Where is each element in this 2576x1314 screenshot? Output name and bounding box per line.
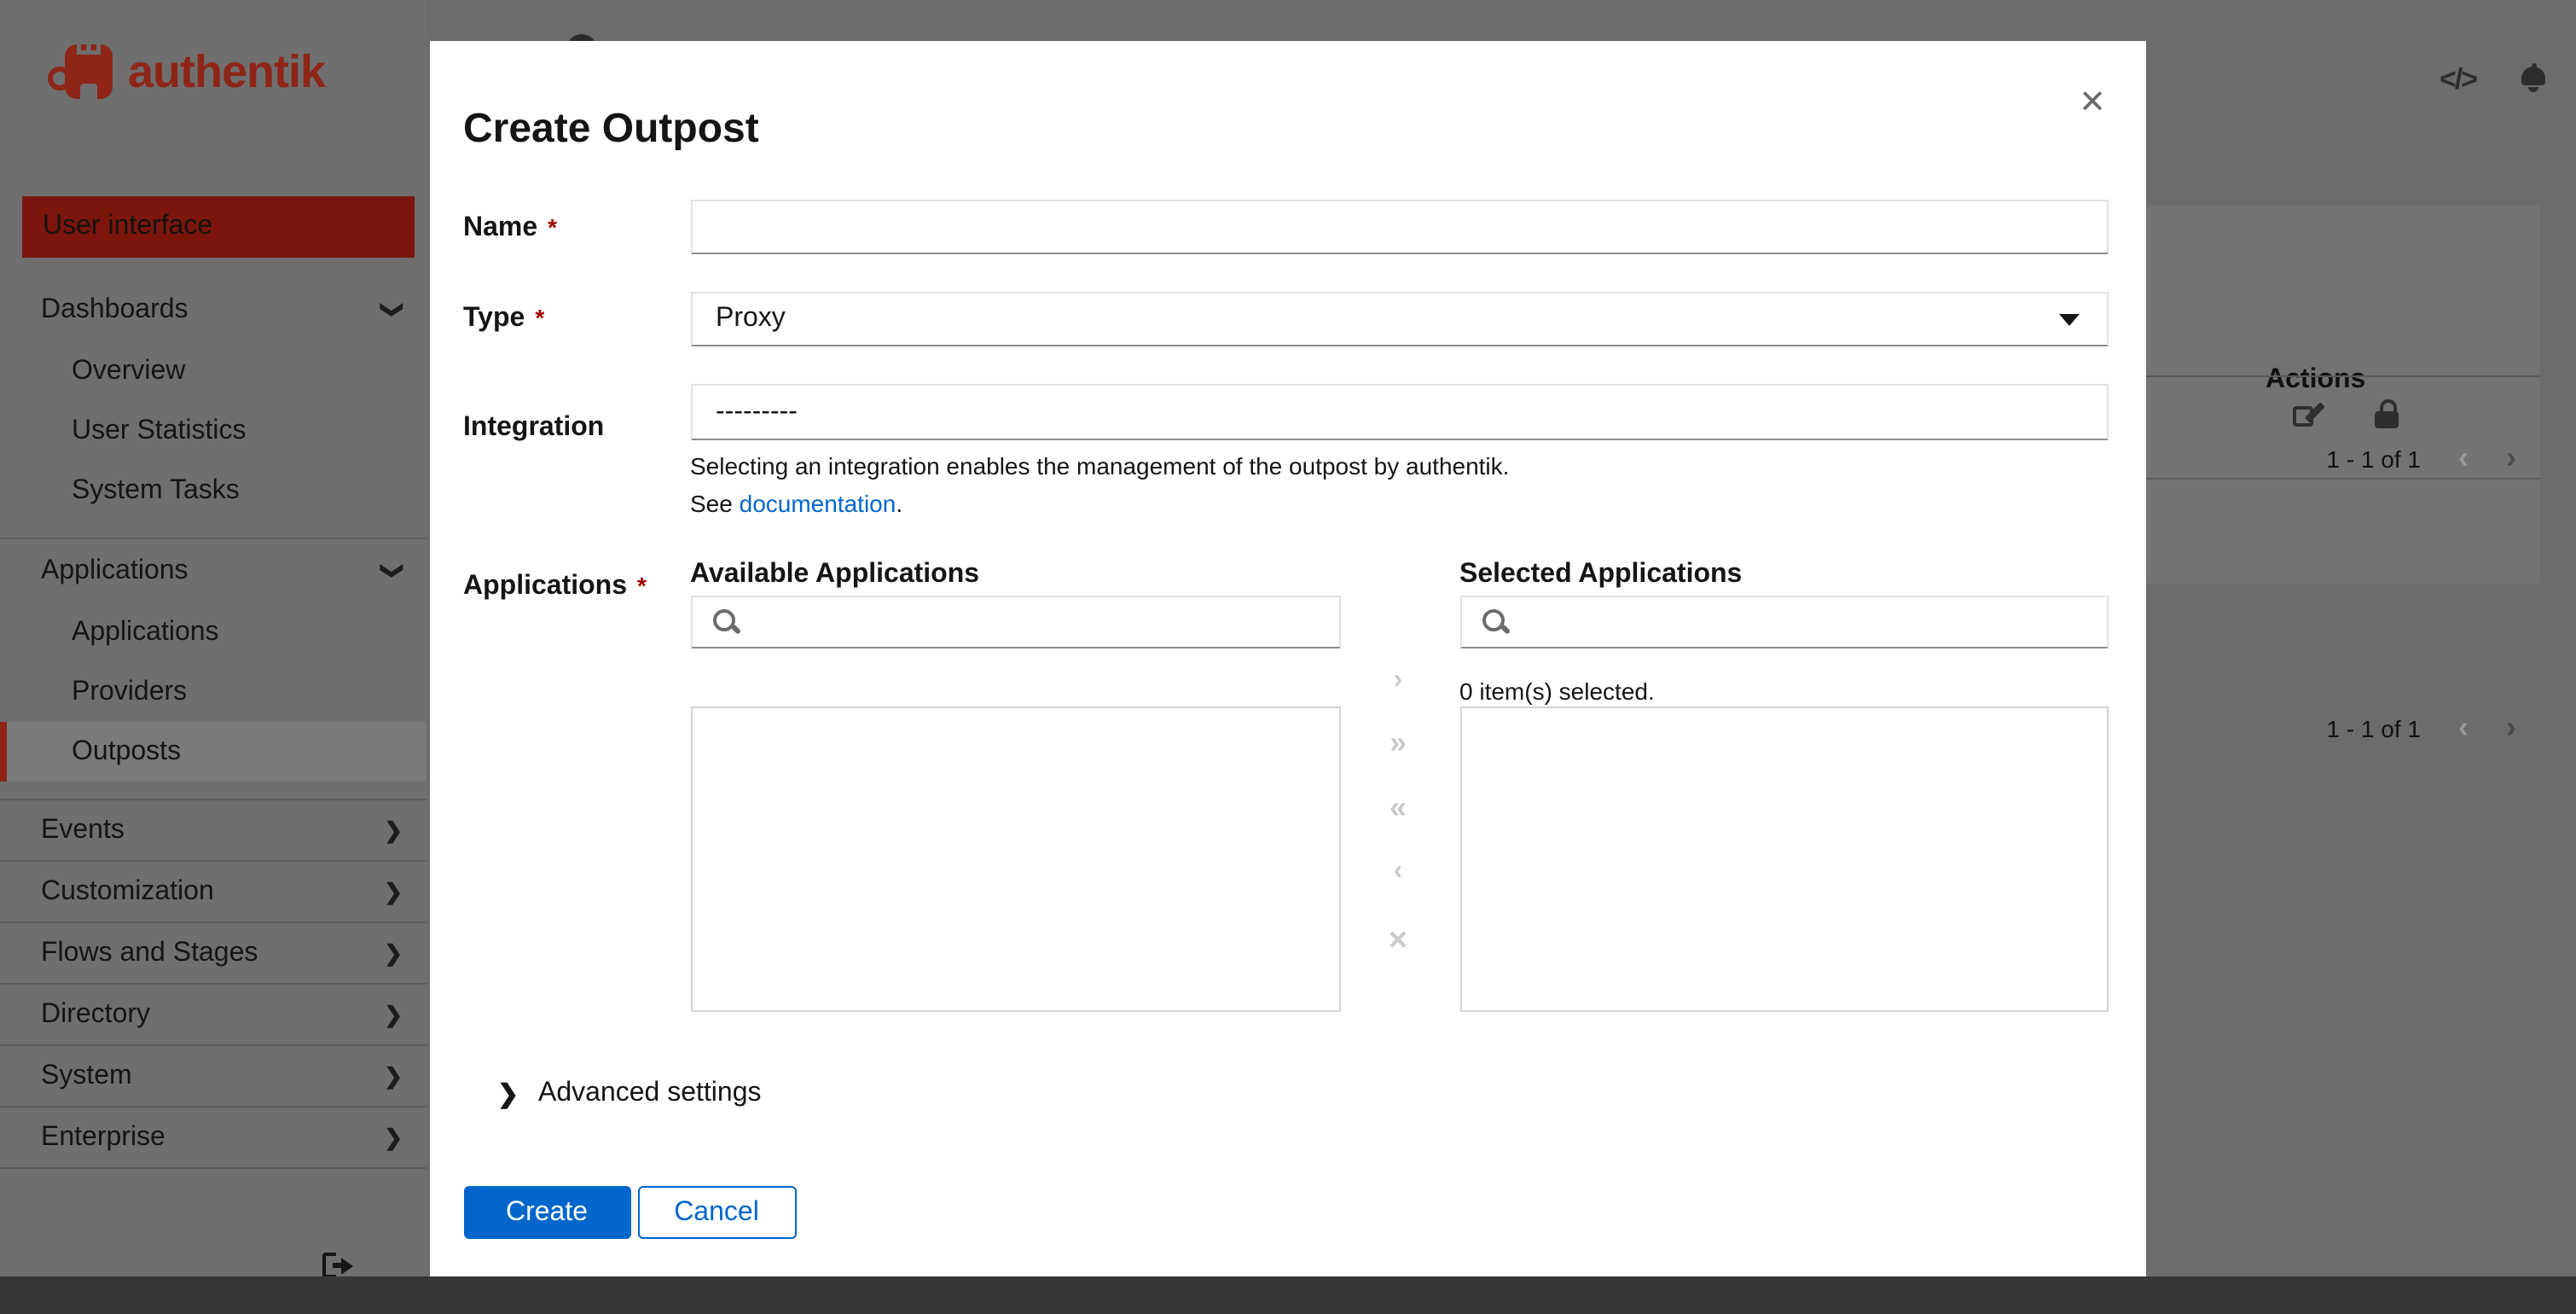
available-search [690,596,1340,648]
sidebar-item-applications-group[interactable]: Applications ❯ [0,539,426,602]
actions-column-header: Actions [2266,365,2366,394]
sidebar-nav: Dashboards ❯ Overview User Statistics Sy… [0,278,426,1169]
chevron-down-icon: ❯ [380,561,407,580]
sidebar-item-customization[interactable]: Customization ❯ [0,862,426,923]
sidebar-item-applications[interactable]: Applications [0,602,426,662]
selected-count-status: 0 item(s) selected. [1459,677,1655,705]
name-input[interactable] [690,200,2108,254]
pagination-bottom-label: 1 - 1 of 1 [2326,714,2421,741]
authentik-logo-text: authentik [128,45,326,96]
authentik-logo[interactable]: authentik [48,44,326,99]
chevron-right-icon: ❯ [384,940,403,966]
selected-applications-title: Selected Applications [1459,560,1743,589]
integration-label: Integration [463,413,605,442]
search-icon [1482,609,1507,635]
add-selected-icon[interactable]: › [1372,666,1424,696]
sidebar-item-system-tasks[interactable]: System Tasks [0,461,426,520]
sidebar: authentik User interface Dashboards ❯ Ov… [0,0,426,1278]
bell-body [2521,67,2545,85]
chevron-right-icon: ❯ [384,879,403,904]
documentation-link[interactable]: documentation [740,490,896,517]
chevron-right-icon[interactable]: ❯ [497,1079,519,1109]
cancel-button[interactable]: Cancel [637,1186,796,1239]
pagination-top: 1 - 1 of 1 ‹ › [2326,440,2516,476]
chevron-right-icon: ❯ [384,1063,403,1089]
app-root: </> 1 - 1 of 1 ‹ › Actions 1 - 1 of 1 ‹ … [0,0,2576,1314]
integration-help-line1: Selecting an integration enables the man… [690,452,1510,480]
chevron-right-icon: ❯ [384,1125,403,1150]
lock-icon-body [2375,411,2399,428]
available-applications-title: Available Applications [690,560,980,589]
sign-out-icon[interactable] [322,1253,353,1278]
authentik-logo-icon [48,44,116,99]
close-icon[interactable]: ✕ [2070,82,2115,126]
pagination-next-icon[interactable]: › [2506,440,2516,476]
integration-help-text: Selecting an integration enables the man… [690,447,1509,522]
type-label: Type * [463,304,545,333]
caret-down-icon [2058,314,2079,326]
sidebar-item-events[interactable]: Events ❯ [0,800,426,862]
user-interface-label: User interface [43,212,213,241]
advanced-settings-toggle[interactable]: Advanced settings [538,1079,762,1109]
type-select[interactable]: Proxy [690,292,2108,346]
integration-select-value: --------- [716,397,798,426]
create-button[interactable]: Create [463,1186,630,1239]
applications-label: Applications * [463,572,647,601]
lock-icon[interactable] [2375,399,2399,428]
chevron-right-icon: ❯ [384,817,403,843]
sidebar-item-flows-and-stages[interactable]: Flows and Stages ❯ [0,923,426,985]
integration-select[interactable]: --------- [690,384,2108,440]
modal-title: Create Outpost [463,106,759,152]
sidebar-item-overview[interactable]: Overview [0,341,426,401]
edit-icon[interactable] [2293,402,2324,430]
sidebar-item-outposts[interactable]: Outposts [0,722,426,782]
selected-search [1459,596,2108,648]
notification-bell-icon[interactable] [2520,63,2547,92]
pagination-prev-icon[interactable]: ‹ [2458,710,2469,746]
pagination-prev-icon[interactable]: ‹ [2458,440,2469,476]
integration-help-line2: See documentation. [690,490,903,517]
sidebar-item-user-statistics[interactable]: User Statistics [0,401,426,461]
name-label: Name * [463,213,558,242]
sidebar-item-user-interface[interactable]: User interface [22,196,415,258]
search-icon [712,609,738,635]
required-asterisk: * [535,304,545,331]
required-asterisk: * [637,572,647,599]
sidebar-item-enterprise[interactable]: Enterprise ❯ [0,1108,426,1169]
pagination-bottom: 1 - 1 of 1 ‹ › [2326,710,2516,746]
pagination-next-icon[interactable]: › [2506,710,2516,746]
type-select-value: Proxy [716,304,786,333]
create-outpost-modal: Create Outpost ✕ Name * Type * Proxy Integ… [429,41,2145,1276]
sidebar-item-providers[interactable]: Providers [0,662,426,722]
clear-selection-icon[interactable]: ✕ [1372,925,1424,956]
api-code-icon[interactable]: </> [2440,63,2478,97]
sidebar-item-system[interactable]: System ❯ [0,1046,426,1108]
chevron-right-icon: ❯ [384,1002,403,1027]
sidebar-item-directory[interactable]: Directory ❯ [0,985,426,1046]
bell-clapper [2528,86,2538,91]
chevron-down-icon: ❯ [380,300,407,319]
remove-selected-icon[interactable]: ‹ [1372,857,1424,887]
required-asterisk: * [548,213,558,241]
remove-all-icon[interactable]: « [1372,790,1424,826]
sidebar-item-dashboards[interactable]: Dashboards ❯ [0,278,426,341]
available-search-input[interactable] [755,606,1318,638]
selected-applications-listbox[interactable] [1459,706,2108,1012]
selected-search-input[interactable] [1524,606,2086,638]
pagination-top-label: 1 - 1 of 1 [2326,445,2421,472]
available-applications-listbox[interactable] [690,706,1340,1012]
page-bottom-background [0,1276,2576,1314]
add-all-icon[interactable]: » [1372,725,1424,761]
